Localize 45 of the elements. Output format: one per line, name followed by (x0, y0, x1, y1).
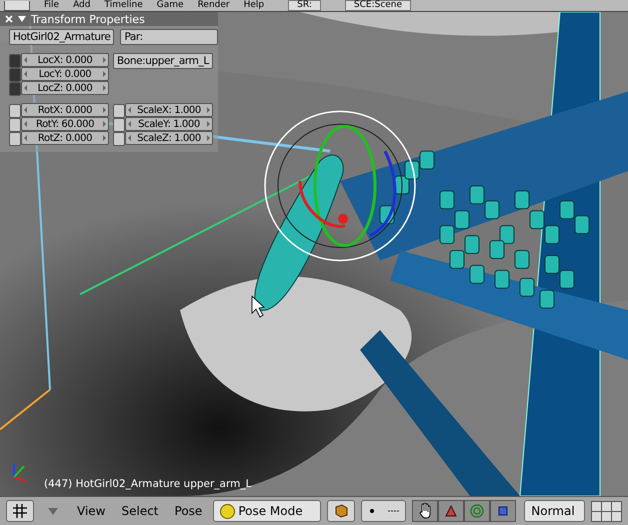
menu-item[interactable]: Add (73, 1, 90, 10)
number-field[interactable]: ScaleZ: 1.000 (125, 131, 213, 145)
lock-icon[interactable] (113, 104, 125, 118)
menu-item[interactable]: Timeline (104, 1, 143, 10)
bone-field[interactable]: Bone:upper_arm_L (113, 53, 213, 69)
panel-title: Transform Properties (31, 12, 145, 26)
header-menu[interactable]: Select (116, 504, 164, 518)
square-icon[interactable] (490, 500, 516, 522)
menu-item[interactable]: File (44, 1, 60, 10)
orientation-dropdown[interactable]: Normal (524, 500, 585, 522)
mouse-cursor-icon (252, 295, 265, 318)
pivot-dropdown[interactable] (360, 500, 406, 522)
close-icon[interactable] (5, 15, 13, 23)
viewport-status-text: (447) HotGirl02_Armature upper_arm_L (44, 478, 252, 490)
mode-dropdown[interactable]: Pose Mode (213, 500, 321, 522)
axis-indicator-icon (13, 464, 26, 482)
collapse-icon[interactable] (48, 508, 58, 514)
scene-selector[interactable]: SCE:Scene (344, 0, 412, 11)
menu-item[interactable]: Render (198, 1, 230, 10)
number-field[interactable]: RotZ: 0.000 (21, 131, 109, 145)
screen-selector[interactable]: SR: (288, 0, 321, 11)
lock-icon[interactable] (113, 132, 125, 146)
draw-type-button[interactable] (326, 500, 355, 522)
parent-field[interactable]: Par: (120, 29, 218, 45)
lock-icon[interactable] (113, 118, 125, 132)
header-menu[interactable]: Pose (170, 504, 208, 518)
number-field[interactable]: ScaleX: 1.000 (125, 103, 213, 117)
number-field[interactable]: LocZ: 0.000 (21, 81, 109, 95)
number-field[interactable]: ScaleY: 1.000 (125, 117, 213, 131)
menu-item[interactable]: Help (244, 1, 264, 10)
lock-icon[interactable] (9, 104, 21, 118)
object-name-field[interactable]: HotGirl02_Armature (9, 29, 114, 45)
lock-icon[interactable] (9, 132, 21, 146)
lock-icon[interactable] (9, 118, 21, 132)
number-field[interactable]: RotX: 0.000 (21, 103, 109, 117)
grid-icon (13, 504, 27, 518)
editor-type-button[interactable] (6, 500, 34, 522)
menu-item[interactable]: Game (156, 1, 184, 10)
hand-icon[interactable] (412, 500, 438, 522)
number-field[interactable]: LocY: 0.000 (21, 67, 109, 81)
cube-icon (332, 503, 349, 519)
number-field[interactable]: RotY: 60.000 (21, 117, 109, 131)
layer-grid-icon[interactable] (591, 500, 622, 522)
number-field[interactable]: LocX: 0.000 (21, 53, 109, 67)
header-menu[interactable]: View (72, 504, 110, 518)
